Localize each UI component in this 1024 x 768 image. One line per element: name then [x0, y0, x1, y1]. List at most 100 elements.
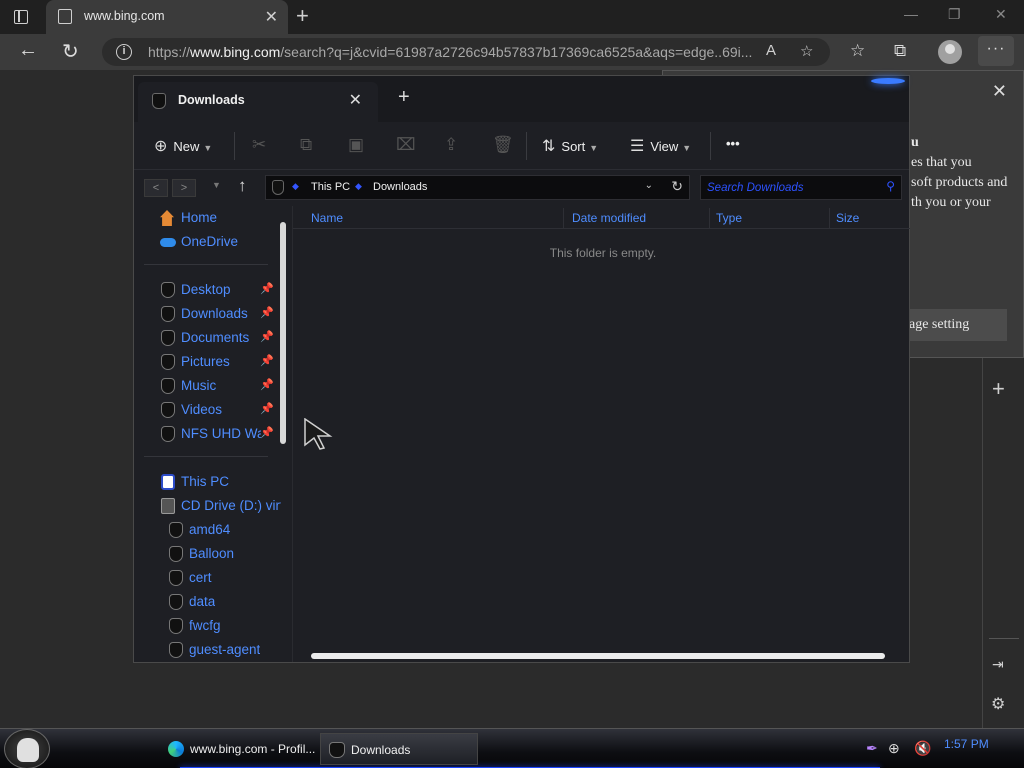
new-explorer-tab-icon[interactable]: +	[398, 86, 410, 109]
nav-item-data[interactable]: data	[134, 591, 284, 613]
close-explorer-tab-icon[interactable]: ✕	[349, 90, 362, 110]
more-options-button[interactable]: •••	[726, 136, 740, 151]
pin-icon[interactable]: 📌	[260, 354, 274, 367]
nav-item-balloon[interactable]: Balloon	[134, 543, 284, 565]
address-url[interactable]: https://www.bing.com/search?q=j&cvid=619…	[148, 44, 758, 60]
site-info-icon[interactable]: i	[116, 44, 132, 60]
collections-icon[interactable]: ⧉	[894, 41, 906, 61]
start-button[interactable]	[4, 729, 50, 768]
browser-tab[interactable]: www.bing.com ✕	[46, 0, 288, 34]
nav-item-this-pc[interactable]: This PC	[134, 471, 284, 493]
breadcrumb-separator-icon[interactable]: ◆	[355, 181, 362, 192]
minimize-icon[interactable]: —	[904, 6, 918, 22]
up-folder-icon[interactable]: ↑	[238, 176, 247, 196]
nav-item-desktop[interactable]: Desktop 📌	[134, 279, 284, 301]
share-icon[interactable]: ⇪	[444, 135, 458, 155]
delete-icon[interactable]: 🗑	[492, 135, 514, 155]
new-tab-icon[interactable]: +	[296, 3, 309, 29]
pin-icon[interactable]: 📌	[260, 426, 274, 439]
address-dropdown-icon[interactable]: ⌄	[645, 180, 653, 191]
explorer-tab[interactable]: Downloads ✕	[138, 82, 378, 122]
documents-icon	[161, 330, 175, 346]
nav-item-cd-drive[interactable]: CD Drive (D:) virt	[134, 495, 284, 517]
search-box[interactable]: ⚲	[700, 175, 902, 200]
column-header-date-modified[interactable]: Date modified	[572, 211, 646, 225]
close-tab-icon[interactable]: ✕	[265, 7, 278, 27]
column-divider[interactable]	[829, 208, 830, 228]
column-divider[interactable]	[563, 208, 564, 228]
column-divider[interactable]	[709, 208, 710, 228]
nav-item-amd64[interactable]: amd64	[134, 519, 284, 541]
nav-item-cert[interactable]: cert	[134, 567, 284, 589]
recent-locations-icon[interactable]: ▼	[212, 180, 221, 190]
tab-actions-icon[interactable]	[10, 7, 34, 27]
nav-item-onedrive[interactable]: OneDrive	[134, 231, 284, 253]
column-header-type[interactable]: Type	[716, 211, 742, 225]
horizontal-scrollbar[interactable]	[311, 653, 885, 659]
nav-scrollbar[interactable]	[280, 222, 286, 444]
explorer-forward-icon[interactable]: >	[172, 179, 196, 197]
column-header-name[interactable]: Name	[311, 211, 343, 225]
explorer-back-icon[interactable]: <	[144, 179, 168, 197]
flyout-setting-button[interactable]: age setting	[901, 309, 1007, 341]
pin-icon[interactable]: 📌	[260, 282, 274, 295]
profile-avatar[interactable]	[938, 40, 962, 64]
nav-item-downloads[interactable]: Downloads 📌	[134, 303, 284, 325]
address-bar[interactable]: i https://www.bing.com/search?q=j&cvid=6…	[102, 38, 830, 66]
pictures-icon	[161, 354, 175, 370]
pin-icon[interactable]: 📌	[260, 306, 274, 319]
nav-item-documents[interactable]: Documents 📌	[134, 327, 284, 349]
nav-item-home[interactable]: Home	[134, 207, 284, 229]
network-icon[interactable]: ⊕	[888, 740, 900, 757]
refresh-icon[interactable]: ↻	[62, 39, 79, 64]
mouse-cursor-icon	[304, 418, 333, 450]
rename-icon[interactable]: ⌧	[396, 135, 416, 155]
pin-icon[interactable]: 📌	[260, 378, 274, 391]
settings-more-icon[interactable]: ···	[978, 36, 1014, 66]
taskbar-item-edge[interactable]: www.bing.com - Profil...	[160, 733, 316, 765]
column-header-size[interactable]: Size	[836, 211, 859, 225]
view-button[interactable]: ☰ View ▼	[630, 136, 691, 156]
sidebar-settings-icon[interactable]: ⚙	[991, 694, 1005, 714]
read-aloud-icon[interactable]: A	[766, 42, 776, 59]
breadcrumb-downloads[interactable]: Downloads	[373, 181, 427, 193]
new-plus-icon: ⊕	[154, 138, 168, 155]
feather-tray-icon[interactable]: ✒	[866, 740, 878, 757]
restore-icon[interactable]: ❐	[948, 6, 961, 23]
nav-item-videos[interactable]: Videos 📌	[134, 399, 284, 421]
breadcrumb-separator-icon[interactable]: ◆	[292, 181, 299, 192]
nav-item-label: CD Drive (D:) virt	[181, 498, 281, 513]
breadcrumb[interactable]: ◆ This PC ◆ Downloads ⌄ ↻	[265, 175, 690, 200]
breadcrumb-this-pc[interactable]: This PC	[311, 181, 350, 193]
folder-icon	[161, 426, 175, 442]
explorer-refresh-icon[interactable]: ↻	[671, 178, 683, 195]
nav-item-pictures[interactable]: Pictures 📌	[134, 351, 284, 373]
nav-item-label: OneDrive	[181, 234, 239, 249]
nav-item-label: fwcfg	[189, 618, 221, 633]
sidebar-add-icon[interactable]: +	[992, 376, 1005, 402]
pin-icon[interactable]: 📌	[260, 402, 274, 415]
copy-icon[interactable]: ⧉	[300, 135, 312, 155]
nav-item-label: Balloon	[189, 546, 235, 561]
sort-button[interactable]: ⇅ Sort ▼	[542, 136, 598, 156]
close-window-icon[interactable]: ✕	[995, 6, 1007, 23]
search-input[interactable]	[707, 179, 877, 197]
volume-muted-icon[interactable]: 🔇	[914, 740, 931, 757]
system-clock[interactable]: 1:57 PM	[944, 737, 989, 751]
add-favorite-icon[interactable]: ☆	[800, 42, 813, 60]
nav-item-guest-agent[interactable]: guest-agent	[134, 639, 284, 661]
sidebar-hide-icon[interactable]: ⇥	[992, 656, 1004, 673]
nav-item-fwcfg[interactable]: fwcfg	[134, 615, 284, 637]
nav-item-nfs-uhd[interactable]: NFS UHD Wa 📌	[134, 423, 284, 445]
search-icon[interactable]: ⚲	[886, 179, 895, 193]
favorites-icon[interactable]: ☆	[850, 41, 865, 61]
pin-icon[interactable]: 📌	[260, 330, 274, 343]
new-button[interactable]: ⊕ New ▼	[154, 136, 212, 156]
back-icon[interactable]: ←	[18, 39, 38, 62]
taskbar-item-explorer[interactable]: Downloads	[320, 733, 478, 765]
nav-item-music[interactable]: Music 📌	[134, 375, 284, 397]
paste-icon[interactable]: ▣	[348, 135, 364, 155]
cut-icon[interactable]: ✂	[252, 135, 266, 155]
flyout-close-icon[interactable]: ✕	[992, 81, 1007, 102]
chevron-down-icon: ▼	[203, 143, 213, 153]
